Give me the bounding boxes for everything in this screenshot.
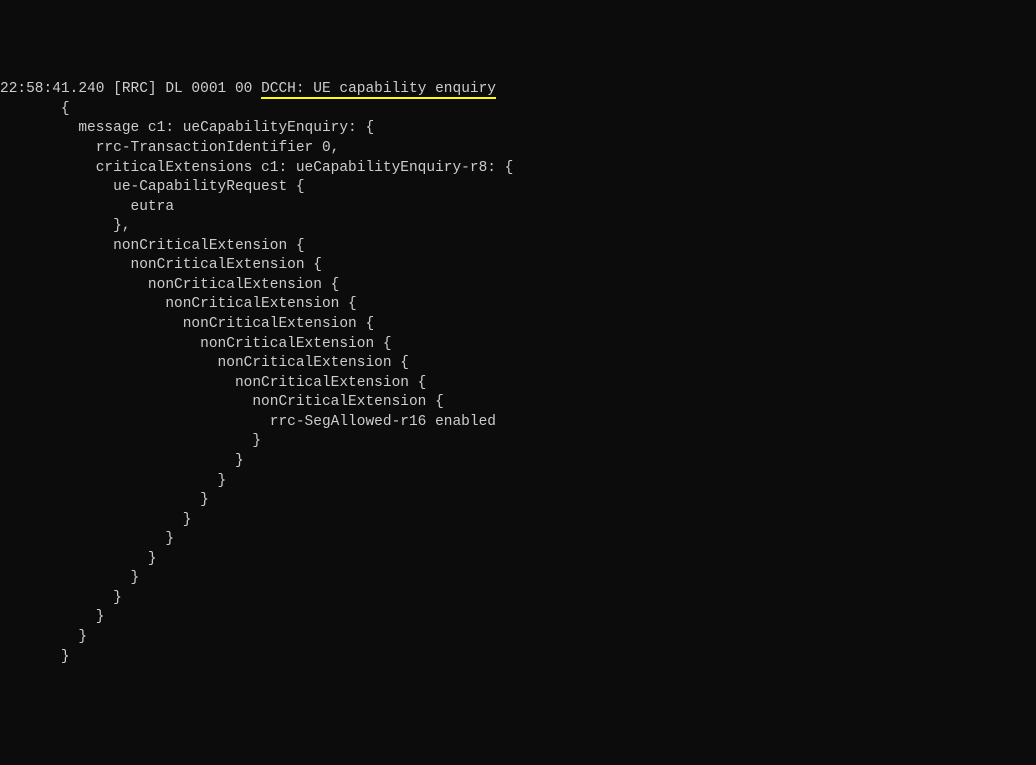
log-header-line: 22:58:41.240 [RRC] DL 0001 00 DCCH: UE c… [0, 80, 1036, 100]
log-line: nonCriticalExtension { [0, 276, 1036, 296]
log-line: } [0, 648, 1036, 668]
log-line: } [0, 608, 1036, 628]
log-timestamp: 22:58:41.240 [0, 81, 104, 97]
log-line: ue-CapabilityRequest { [0, 178, 1036, 198]
log-line: } [0, 628, 1036, 648]
log-line: } [0, 589, 1036, 609]
log-line: nonCriticalExtension { [0, 256, 1036, 276]
log-line: nonCriticalExtension { [0, 237, 1036, 257]
log-line: nonCriticalExtension { [0, 393, 1036, 413]
log-line: { [0, 100, 1036, 120]
log-line: criticalExtensions c1: ueCapabilityEnqui… [0, 159, 1036, 179]
log-line: eutra [0, 198, 1036, 218]
log-line: }, [0, 217, 1036, 237]
log-header-pre: [RRC] DL 0001 00 [104, 81, 261, 97]
log-line: } [0, 530, 1036, 550]
log-line: } [0, 511, 1036, 531]
log-line: } [0, 569, 1036, 589]
log-line: nonCriticalExtension { [0, 335, 1036, 355]
log-line: nonCriticalExtension { [0, 295, 1036, 315]
log-line: rrc-SegAllowed-r16 enabled [0, 413, 1036, 433]
log-line: } [0, 452, 1036, 472]
log-line: nonCriticalExtension { [0, 315, 1036, 335]
log-line: message c1: ueCapabilityEnquiry: { [0, 119, 1036, 139]
log-line: } [0, 472, 1036, 492]
log-line: } [0, 491, 1036, 511]
log-line: nonCriticalExtension { [0, 374, 1036, 394]
log-line: rrc-TransactionIdentifier 0, [0, 139, 1036, 159]
log-line: nonCriticalExtension { [0, 354, 1036, 374]
log-line: } [0, 550, 1036, 570]
log-header-underlined: DCCH: UE capability enquiry [261, 81, 496, 99]
log-line: } [0, 432, 1036, 452]
